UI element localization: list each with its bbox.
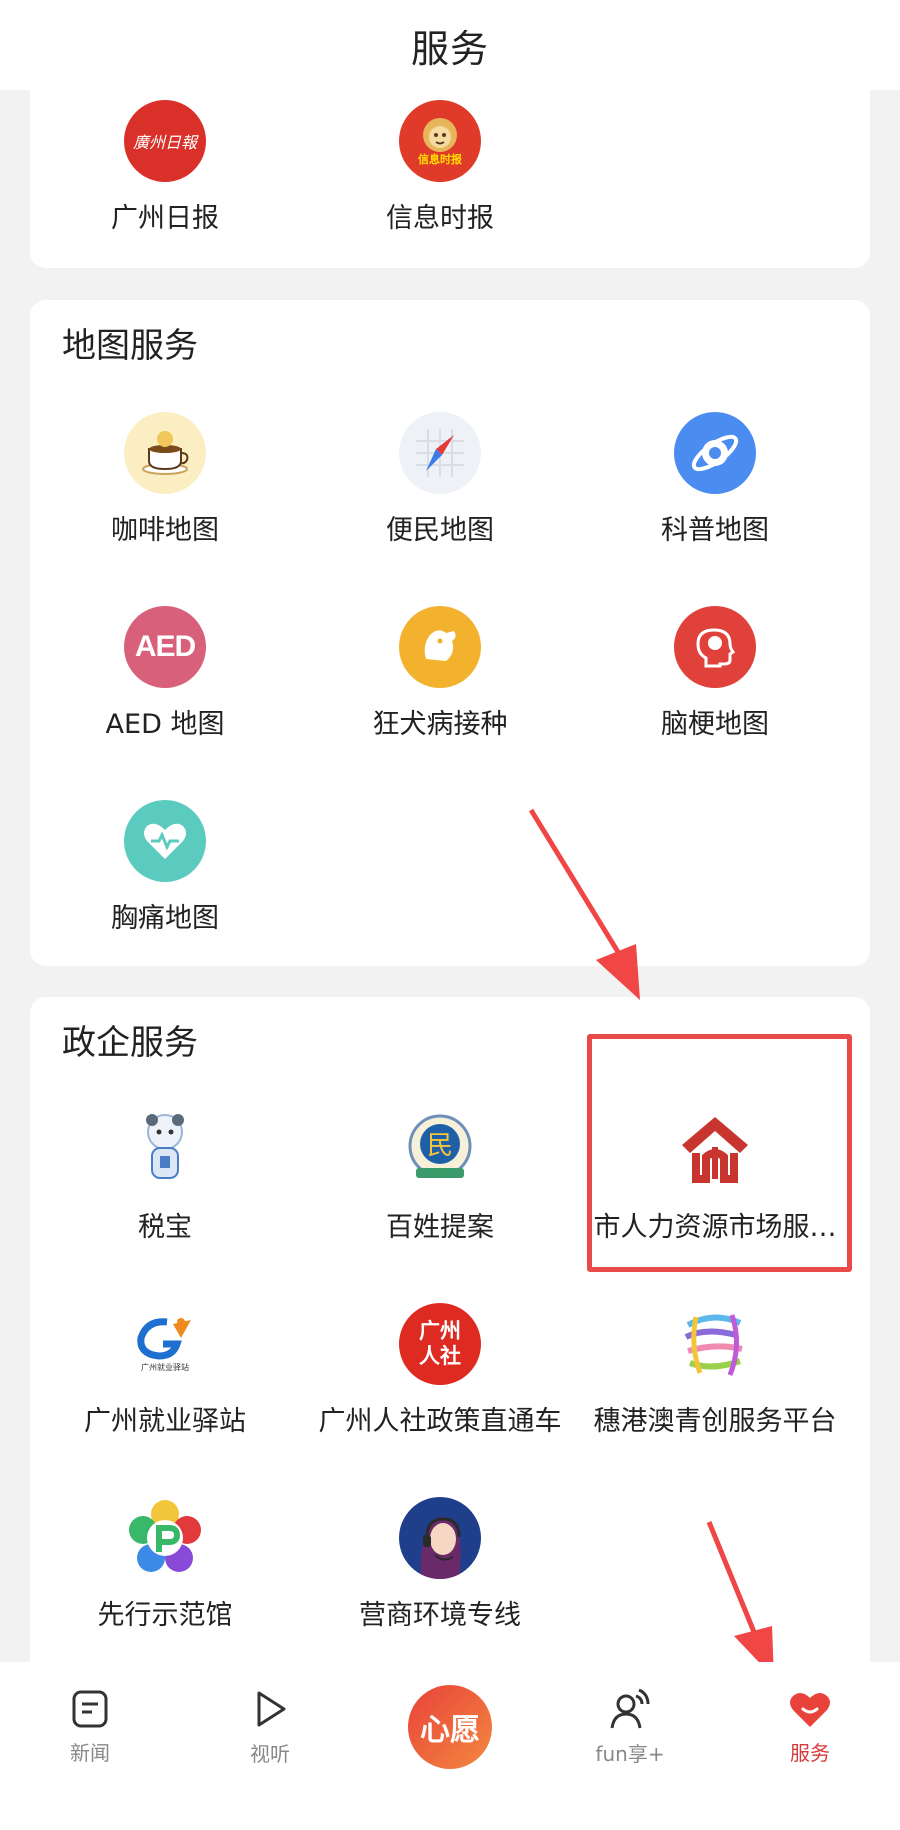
heart-smile-icon — [790, 1692, 830, 1727]
play-icon — [257, 1691, 286, 1726]
arrow-to-hr-item-shaft — [528, 808, 621, 954]
nav-tab-label: fun享+ — [595, 1741, 665, 1766]
nav-tab-label: 服务 — [790, 1740, 830, 1765]
nav-tab-label: 视听 — [250, 1741, 290, 1766]
bottom-nav: 新闻 视听 心愿 fun享+ 服务 — [0, 1662, 900, 1830]
nav-tab-fun[interactable]: fun享+ — [550, 1662, 710, 1792]
nav-tab-news[interactable]: 新闻 — [10, 1662, 170, 1792]
nav-tab-service[interactable]: 服务 — [730, 1662, 890, 1792]
nav-tab-label: 新闻 — [70, 1740, 110, 1765]
arrow-to-service-tab-shaft — [706, 1521, 757, 1633]
annotation-arrows — [528, 808, 774, 1678]
nav-tab-video[interactable]: 视听 — [190, 1662, 350, 1792]
person-signal-icon — [610, 1688, 650, 1728]
arrow-to-hr-item-head — [596, 944, 640, 1000]
news-doc-icon — [72, 1690, 108, 1727]
wish-center-button: 心愿 — [408, 1685, 492, 1769]
nav-tab-wish[interactable]: 心愿 — [370, 1662, 530, 1792]
